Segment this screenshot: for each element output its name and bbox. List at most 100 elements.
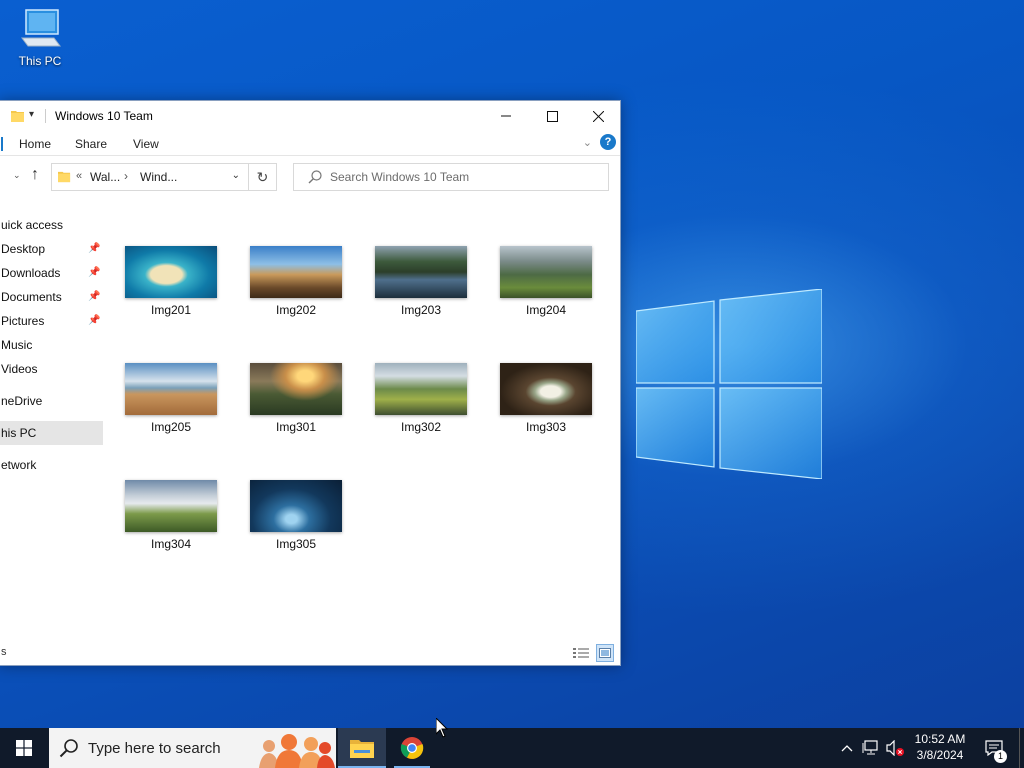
sidebar-item-label: his PC [1, 426, 37, 440]
sidebar-item-label: Desktop [1, 242, 46, 256]
tab-home[interactable]: Home [1, 137, 67, 151]
search-icon [59, 739, 78, 758]
pin-icon: 📌 [88, 291, 101, 302]
sidebar-item-label: etwork [1, 458, 37, 472]
status-bar: s [0, 641, 620, 665]
image-thumbnail [250, 363, 342, 415]
file-item-img204[interactable]: Img204 [496, 246, 596, 317]
file-item-img302[interactable]: Img302 [371, 363, 471, 434]
up-arrow-icon[interactable]: ↑ [31, 166, 39, 184]
image-thumbnail [125, 246, 217, 298]
show-desktop-button[interactable] [1019, 728, 1024, 768]
file-name: Img202 [275, 303, 317, 317]
minimize-icon [501, 115, 511, 117]
file-item-img201[interactable]: Img201 [121, 246, 221, 317]
taskbar-search-box[interactable]: Type here to search [49, 728, 336, 768]
title-bar[interactable]: ▾ Windows 10 Team [0, 101, 620, 131]
ribbon: Home Share View ⌄ ? [0, 131, 620, 156]
notification-count-badge: 1 [994, 750, 1007, 763]
search-icon [308, 170, 322, 184]
taskbar-search-text: Type here to search [88, 740, 221, 757]
close-icon [592, 110, 604, 122]
file-name: Img204 [525, 303, 567, 317]
address-dropdown-icon[interactable]: ⌄ [232, 170, 240, 181]
file-item-img305[interactable]: Img305 [246, 480, 346, 551]
image-thumbnail [500, 246, 592, 298]
search-box[interactable] [293, 163, 609, 191]
taskbar-chrome-button[interactable] [388, 728, 436, 768]
start-button[interactable] [0, 728, 48, 768]
maximize-icon [546, 110, 558, 122]
search-highlight-illustration-icon [259, 734, 335, 768]
clock-date: 3/8/2024 [916, 748, 964, 762]
file-name: Img305 [275, 537, 317, 551]
desktop-icon-this-pc[interactable]: This PC [12, 8, 68, 68]
sidebar-item-quick-access[interactable]: uick access [0, 213, 103, 237]
file-name: Img304 [150, 537, 192, 551]
window-title: Windows 10 Team [55, 109, 153, 123]
network-tray-button[interactable] [860, 728, 882, 768]
taskbar-clock[interactable]: 10:52 AM 3/8/2024 [906, 731, 974, 763]
file-item-img303[interactable]: Img303 [496, 363, 596, 434]
sidebar-item-music[interactable]: Music [0, 333, 103, 357]
recent-locations-dropdown-icon[interactable]: ⌄ [13, 170, 21, 181]
large-icons-view-button[interactable] [596, 644, 614, 662]
sidebar-item-desktop[interactable]: Desktop 📌 [0, 237, 103, 261]
file-item-img202[interactable]: Img202 [246, 246, 346, 317]
search-input[interactable] [330, 164, 600, 190]
sidebar-item-label: Pictures [1, 314, 45, 328]
help-icon[interactable]: ? [600, 134, 616, 150]
pin-icon: 📌 [88, 243, 101, 254]
address-bar[interactable]: « Wal... › Wind... ⌄ [51, 163, 249, 191]
file-name: Img303 [525, 420, 567, 434]
taskbar-file-explorer-button[interactable] [338, 728, 386, 768]
tab-view[interactable]: View [133, 137, 159, 151]
volume-tray-button[interactable] [884, 728, 906, 768]
hidden-crumbs-icon[interactable]: « [76, 170, 82, 182]
breadcrumb-separator-icon[interactable]: › [124, 169, 128, 183]
file-list: Img201 Img202 Img203 Img204 Img205 Img30… [103, 213, 615, 633]
file-name: Img203 [400, 303, 442, 317]
computer-icon [21, 9, 61, 47]
maximize-button[interactable] [529, 101, 575, 131]
chevron-up-icon [841, 745, 853, 752]
sidebar-item-label: Music [1, 338, 33, 352]
minimize-button[interactable] [483, 101, 529, 131]
sidebar-item-network[interactable]: etwork [0, 453, 103, 477]
file-item-img205[interactable]: Img205 [121, 363, 221, 434]
file-name: Img201 [150, 303, 192, 317]
windows-logo-wallpaper [636, 289, 822, 479]
sidebar-item-label: uick access [1, 218, 64, 232]
sidebar-item-label: Documents [1, 290, 62, 304]
sidebar-item-videos[interactable]: Videos [0, 357, 103, 381]
sidebar-item-downloads[interactable]: Downloads 📌 [0, 261, 103, 285]
file-explorer-window: ▾ Windows 10 Team Home Share View ⌄ ? ⌄ … [0, 100, 621, 666]
details-view-button[interactable] [572, 644, 590, 662]
breadcrumb-windows-10-team[interactable]: Wind... [140, 170, 177, 184]
file-item-img203[interactable]: Img203 [371, 246, 471, 317]
pin-icon: 📌 [88, 315, 101, 326]
sidebar-item-onedrive[interactable]: neDrive [0, 389, 103, 413]
sidebar-item-documents[interactable]: Documents 📌 [0, 285, 103, 309]
action-center-button[interactable]: 1 [980, 728, 1008, 768]
file-item-img301[interactable]: Img301 [246, 363, 346, 434]
show-hidden-icons-button[interactable] [838, 728, 856, 768]
breadcrumb-wallpapers[interactable]: Wal... [90, 170, 120, 184]
sidebar-item-this-pc[interactable]: his PC [0, 421, 103, 445]
file-name: Img301 [275, 420, 317, 434]
refresh-button[interactable]: ↻ [249, 163, 277, 191]
clock-time: 10:52 AM [914, 732, 966, 746]
sidebar-item-pictures[interactable]: Pictures 📌 [0, 309, 103, 333]
image-thumbnail [125, 480, 217, 532]
pin-icon: 📌 [88, 267, 101, 278]
close-button[interactable] [575, 101, 621, 131]
file-name: Img302 [400, 420, 442, 434]
tab-share[interactable]: Share [75, 137, 107, 151]
folder-icon [58, 171, 71, 183]
status-text: s [1, 646, 7, 658]
file-item-img304[interactable]: Img304 [121, 480, 221, 551]
quick-access-toolbar-dropdown-icon[interactable]: ▾ [29, 109, 34, 120]
taskbar: Type here to search 10:52 AM 3/8/2024 1 [0, 728, 1024, 768]
chrome-icon [400, 737, 424, 759]
expand-ribbon-chevron-icon[interactable]: ⌄ [583, 136, 592, 149]
